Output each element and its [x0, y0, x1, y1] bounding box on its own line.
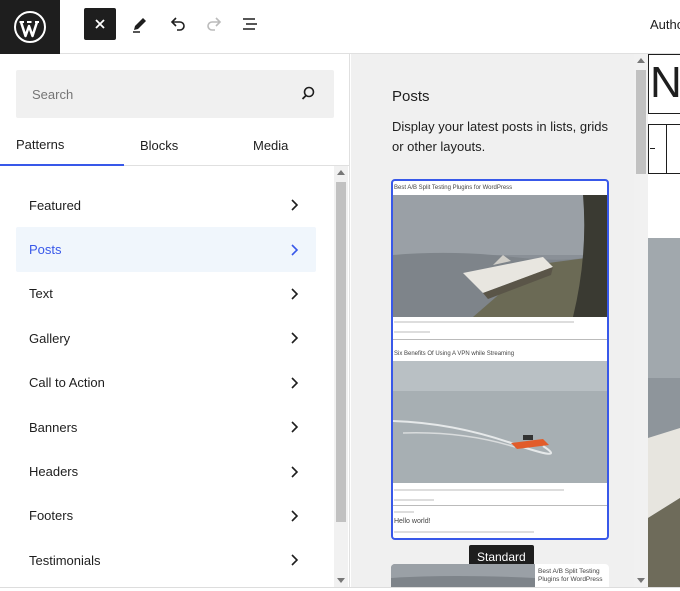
category-label: Headers	[29, 464, 79, 480]
bottom-border	[0, 587, 680, 591]
category-label: Testimonials	[29, 552, 101, 568]
pattern-category-preview: Posts Display your latest posts in lists…	[351, 54, 648, 587]
category-label: Posts	[29, 242, 62, 258]
chevron-right-icon	[291, 554, 299, 566]
pattern-preview-next[interactable]: Best A/B Split Testing Plugins for WordP…	[391, 564, 609, 587]
chevron-right-icon	[291, 421, 299, 433]
category-testimonials[interactable]: Testimonials	[16, 538, 316, 582]
category-call-to-action[interactable]: Call to Action	[16, 361, 316, 405]
scroll-up-arrow-icon[interactable]	[637, 58, 645, 63]
category-label: Call to Action	[29, 375, 105, 391]
category-label: Gallery	[29, 330, 71, 346]
edit-tool-button[interactable]	[124, 8, 156, 40]
tab-blocks[interactable]: Blocks	[124, 124, 194, 166]
post-divider	[393, 339, 607, 340]
chevron-right-icon	[291, 510, 299, 522]
document-overview-button[interactable]	[234, 8, 266, 40]
author-label: Autho	[650, 17, 680, 32]
category-description: Display your latest posts in lists, grid…	[392, 119, 609, 154]
category-label: Featured	[29, 197, 82, 213]
table-block-outline	[648, 124, 680, 174]
tab-patterns[interactable]: Patterns	[0, 124, 124, 166]
post-excerpt-line	[394, 489, 564, 491]
preview-scrollbar[interactable]	[634, 54, 648, 587]
chevron-right-icon	[291, 199, 299, 211]
table-column-divider	[666, 124, 667, 174]
chevron-right-icon	[291, 244, 299, 256]
search-box	[16, 70, 334, 118]
search-input[interactable]	[16, 70, 286, 118]
inserter-tabs: Patterns Blocks Media	[0, 124, 349, 166]
speedboat-image	[393, 361, 607, 483]
canvas-heading[interactable]: Na	[650, 58, 680, 108]
post-divider	[393, 505, 607, 506]
table-cell-mark	[650, 148, 655, 149]
editor-canvas: Na	[648, 54, 680, 587]
tab-media[interactable]: Media	[237, 124, 307, 166]
redo-button[interactable]	[198, 8, 230, 40]
scroll-down-arrow-icon[interactable]	[637, 578, 645, 583]
boat-on-shore-image	[393, 195, 607, 317]
category-banners[interactable]: Banners	[16, 405, 316, 449]
list-view-icon	[243, 18, 257, 30]
post-title: Best A/B Split Testing Plugins for WordP…	[394, 185, 513, 191]
canvas-image[interactable]	[648, 238, 680, 587]
category-list-scrollbar[interactable]	[334, 166, 348, 587]
close-icon	[95, 19, 105, 29]
post-date-line	[394, 331, 430, 333]
block-inserter-panel: Patterns Blocks Media Featured Posts Tex…	[0, 54, 350, 587]
pattern-thumbnail-image	[391, 564, 535, 587]
undo-button[interactable]	[162, 8, 194, 40]
redo-icon	[207, 17, 222, 31]
category-footers[interactable]: Footers	[16, 494, 316, 538]
post-title: Hello world!	[394, 518, 431, 525]
post-date-line	[394, 499, 434, 501]
post-excerpt-line	[394, 531, 534, 533]
pencil-icon	[133, 18, 146, 33]
scroll-down-arrow-icon[interactable]	[337, 578, 345, 583]
category-text[interactable]: Text	[16, 272, 316, 316]
wordpress-logo-icon[interactable]	[0, 0, 60, 54]
scrollbar-thumb[interactable]	[636, 70, 646, 174]
chevron-right-icon	[291, 465, 299, 478]
scrollbar-thumb[interactable]	[336, 182, 346, 522]
undo-icon	[170, 17, 185, 31]
pattern-category-list: Featured Posts Text Gallery Call to Acti…	[16, 183, 316, 583]
editor-toolbar: Autho	[0, 0, 680, 54]
search-icon[interactable]	[298, 84, 318, 104]
scroll-up-arrow-icon[interactable]	[337, 170, 345, 175]
category-posts[interactable]: Posts	[16, 227, 316, 272]
chevron-right-icon	[291, 332, 299, 344]
category-title: Posts	[392, 88, 430, 105]
category-featured[interactable]: Featured	[16, 183, 316, 227]
post-title: Six Benefits Of Using A VPN while Stream…	[394, 351, 515, 357]
category-label: Text	[29, 286, 53, 302]
post-title: Best A/B Split Testing Plugins for WordP…	[538, 568, 603, 583]
category-gallery[interactable]: Gallery	[16, 316, 316, 360]
category-headers[interactable]: Headers	[16, 449, 316, 493]
post-excerpt-line	[394, 321, 574, 323]
pattern-preview-standard[interactable]: Best A/B Split Testing Plugins for WordP…	[391, 179, 609, 540]
post-date-line	[394, 511, 414, 513]
close-inserter-button[interactable]	[84, 8, 116, 40]
chevron-right-icon	[291, 377, 299, 389]
category-label: Footers	[29, 508, 74, 524]
category-label: Banners	[29, 419, 78, 435]
chevron-right-icon	[291, 288, 299, 300]
